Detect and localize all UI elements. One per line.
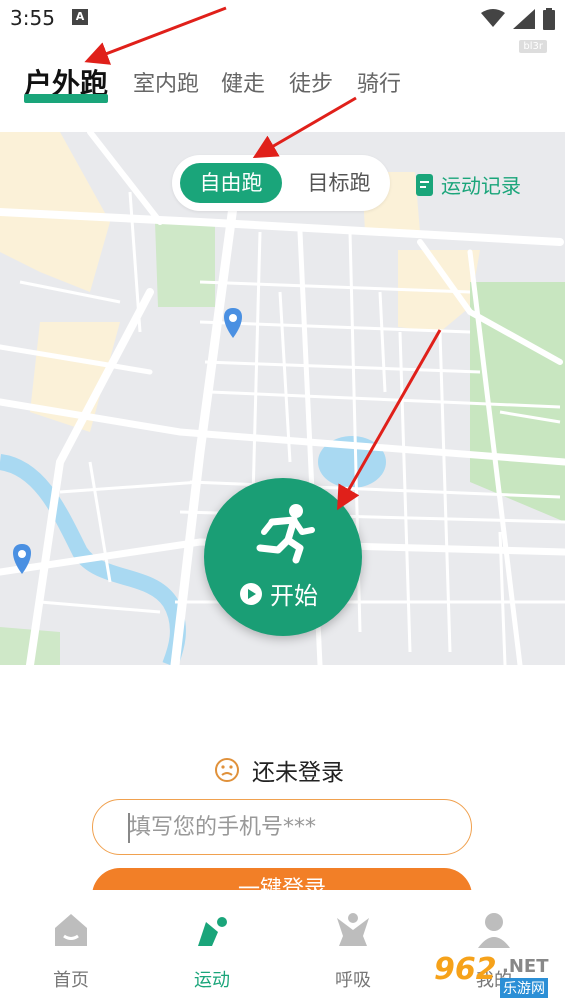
login-status: 还未登录 [214, 753, 344, 787]
sad-face-icon [215, 758, 239, 782]
notification-icon: A [72, 9, 88, 25]
wifi-icon [481, 9, 505, 27]
tab-walk[interactable]: 健走 [221, 66, 265, 98]
sport-record-link[interactable]: 运动记录 [416, 170, 521, 199]
record-icon [416, 173, 433, 196]
watermark-chinese: 乐游网 [500, 978, 548, 998]
map-pin[interactable] [224, 308, 242, 338]
sport-category-tabs: 户外跑 室内跑 健走 徒步 骑行 [0, 66, 565, 110]
nav-item-breath[interactable]: 呼吸 [308, 910, 398, 992]
home-icon [55, 914, 87, 946]
login-status-text: 还未登录 [252, 760, 344, 786]
start-label-row: 开始 [240, 576, 318, 611]
nav-item-home[interactable]: 首页 [26, 910, 116, 992]
signal-icon [513, 9, 535, 29]
breath-icon [337, 913, 369, 946]
nav-label-breath: 呼吸 [335, 970, 371, 991]
watermark-suffix: .NET [502, 956, 549, 977]
start-label: 开始 [270, 582, 318, 610]
status-bar: 3:55 A [0, 0, 565, 38]
run-mode-toggle: 自由跑 目标跑 [172, 155, 390, 211]
nav-item-sport[interactable]: 运动 [167, 910, 257, 992]
nav-label-sport: 运动 [194, 970, 230, 991]
nav-label-home: 首页 [53, 970, 89, 991]
runner-icon [256, 504, 315, 564]
profile-icon [478, 913, 510, 948]
tab-indoor-run[interactable]: 室内跑 [133, 66, 199, 98]
site-watermark-logo: 962 .NET 乐游网 [426, 950, 558, 1000]
sport-icon [198, 917, 227, 946]
text-caret [128, 813, 130, 843]
watermark-number: 962 [434, 952, 497, 987]
play-icon [240, 582, 262, 605]
target-run-button[interactable]: 目标跑 [296, 163, 382, 203]
top-watermark: bl3r [519, 40, 547, 53]
tab-hike[interactable]: 徒步 [289, 66, 333, 98]
active-tab-underline [24, 94, 108, 103]
status-icons [481, 8, 555, 30]
status-time: 3:55 [10, 6, 55, 30]
sport-record-label: 运动记录 [441, 174, 521, 198]
phone-input[interactable] [92, 799, 472, 855]
free-run-button[interactable]: 自由跑 [180, 163, 282, 203]
tab-cycling[interactable]: 骑行 [357, 66, 401, 98]
battery-icon [543, 8, 555, 30]
start-button[interactable]: 开始 [204, 478, 362, 636]
